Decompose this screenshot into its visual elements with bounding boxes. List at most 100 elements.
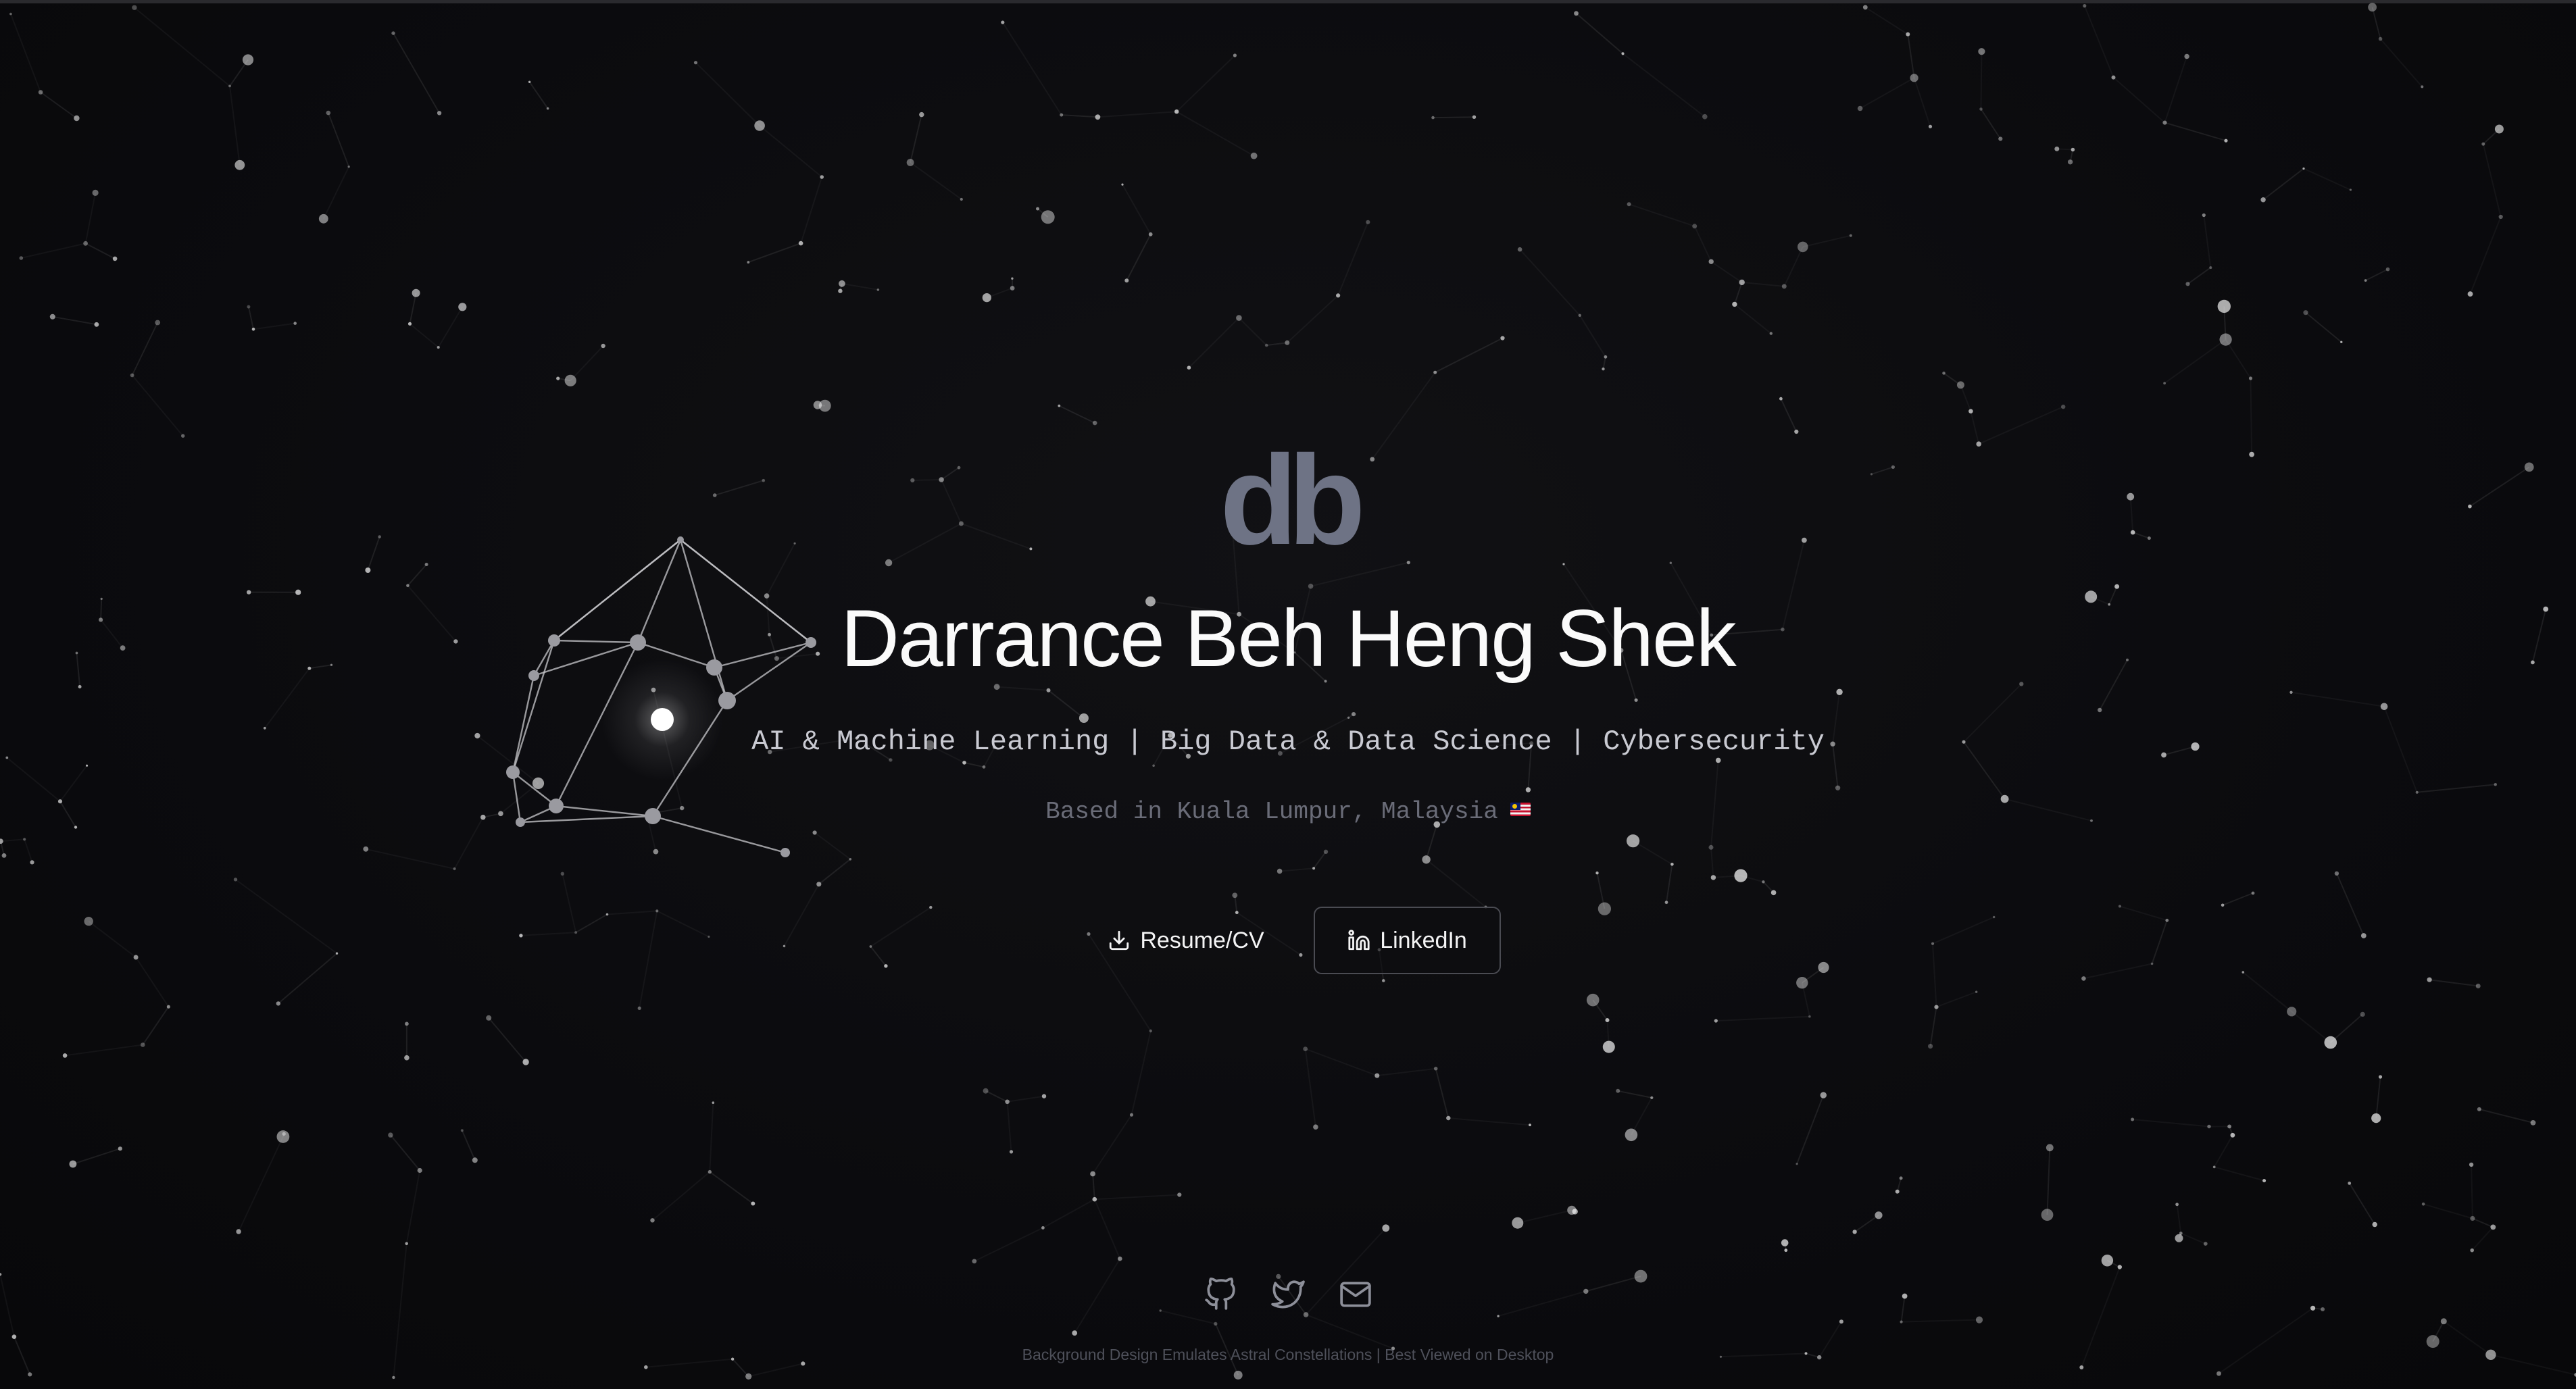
background-constellation-line — [253, 322, 295, 330]
background-star — [1802, 537, 1807, 543]
background-star — [2127, 493, 2135, 501]
background-constellation-line — [2151, 919, 2168, 964]
background-star — [1968, 409, 1973, 413]
email-link[interactable] — [1337, 1276, 1374, 1313]
background-star — [1604, 355, 1608, 359]
background-constellation-line — [1313, 851, 1327, 869]
location: Based in Kuala Lumpur, Malaysia — [0, 794, 2576, 830]
resume-button[interactable]: Resume/CV — [1088, 907, 1284, 974]
background-star — [1779, 397, 1783, 401]
background-constellation-line — [2214, 1166, 2264, 1182]
background-star — [486, 1015, 492, 1021]
background-constellation-line — [1710, 261, 1743, 283]
background-constellation-line — [2291, 691, 2385, 707]
background-star — [1041, 210, 1055, 224]
background-star — [1605, 1018, 1610, 1022]
background-constellation-line — [985, 1090, 1008, 1103]
background-star — [1820, 1092, 1827, 1098]
background-star — [1382, 1224, 1390, 1232]
background-constellation-line — [570, 345, 604, 381]
background-star — [2421, 85, 2424, 89]
background-star — [849, 858, 852, 861]
background-star — [1798, 241, 1808, 253]
background-star — [1562, 563, 1565, 565]
background-star — [112, 256, 118, 261]
background-constellation-line — [2303, 168, 2351, 191]
background-star — [424, 563, 428, 566]
background-constellation-line — [409, 293, 417, 324]
background-star — [2481, 142, 2485, 146]
background-star — [2372, 1221, 2377, 1228]
background-constellation-line — [2365, 268, 2388, 281]
background-star — [2490, 1224, 2496, 1230]
background-constellation-line — [1854, 1214, 1879, 1233]
background-star — [23, 838, 26, 841]
background-constellation-line — [1796, 1094, 1825, 1165]
background-star — [1634, 698, 1638, 702]
background-constellation-line — [2479, 1108, 2533, 1123]
background-constellation-line — [1279, 867, 1314, 872]
background-constellation-line — [1093, 1198, 1121, 1259]
linkedin-button[interactable]: LinkedIn — [1314, 907, 1501, 974]
background-star — [1895, 1189, 1900, 1194]
background-star — [132, 5, 137, 10]
background-constellation-line — [818, 859, 851, 885]
background-constellation-line — [714, 480, 764, 497]
background-star — [1366, 220, 1370, 224]
background-constellation-line — [1980, 51, 1983, 109]
background-star — [783, 944, 786, 948]
resume-button-label: Resume/CV — [1140, 927, 1264, 953]
background-star — [2378, 36, 2383, 41]
page-background: db Darrance Beh Heng Shek AI & Machine L… — [0, 0, 2576, 1389]
background-constellation-line — [64, 1044, 143, 1057]
background-star — [1092, 420, 1097, 426]
background-star — [2530, 1120, 2536, 1126]
background-star — [62, 1053, 68, 1058]
background-constellation-line — [2203, 215, 2212, 268]
background-star — [19, 256, 24, 260]
background-star — [2494, 783, 2497, 786]
background-constellation-line — [1176, 55, 1236, 112]
background-star — [1072, 1330, 1078, 1336]
background-constellation-line — [1633, 840, 1673, 865]
background-constellation-line — [0, 1274, 15, 1337]
background-star — [1597, 902, 1611, 915]
background-constellation-line — [2417, 784, 2496, 793]
background-star — [2249, 451, 2255, 457]
background-star — [1627, 202, 1631, 207]
background-star — [1900, 1320, 1903, 1323]
background-star — [133, 955, 139, 960]
background-constellation-line — [2119, 905, 2168, 921]
background-star — [1512, 1217, 1524, 1229]
background-star — [644, 1365, 648, 1369]
background-star — [1899, 1176, 1903, 1180]
background-star — [1692, 224, 1698, 229]
background-star — [2334, 871, 2339, 876]
background-star — [2421, 1203, 2425, 1206]
background-star — [839, 280, 845, 287]
background-star — [1041, 1094, 1047, 1098]
location-text: Based in Kuala Lumpur, Malaysia — [1045, 798, 1498, 826]
background-constellation-line — [461, 1130, 476, 1161]
background-star — [9, 12, 12, 16]
background-star — [532, 777, 545, 789]
background-constellation-line — [409, 323, 439, 348]
github-link[interactable] — [1202, 1276, 1239, 1313]
background-star — [2041, 1209, 2054, 1221]
background-star — [335, 952, 339, 955]
background-star — [1382, 979, 1385, 982]
background-star — [2227, 1124, 2232, 1129]
background-star — [2380, 703, 2388, 711]
background-constellation-line — [1047, 690, 1085, 719]
background-star — [1121, 183, 1124, 186]
background-star — [2207, 1124, 2211, 1129]
background-star — [1232, 892, 1238, 899]
twitter-link[interactable] — [1269, 1276, 1307, 1313]
background-constellation-line — [759, 125, 822, 178]
background-star — [2219, 333, 2232, 346]
background-star — [406, 584, 410, 588]
background-star — [2061, 404, 2066, 409]
background-star — [2165, 918, 2169, 922]
background-star — [2230, 1132, 2235, 1138]
background-star — [655, 909, 659, 913]
